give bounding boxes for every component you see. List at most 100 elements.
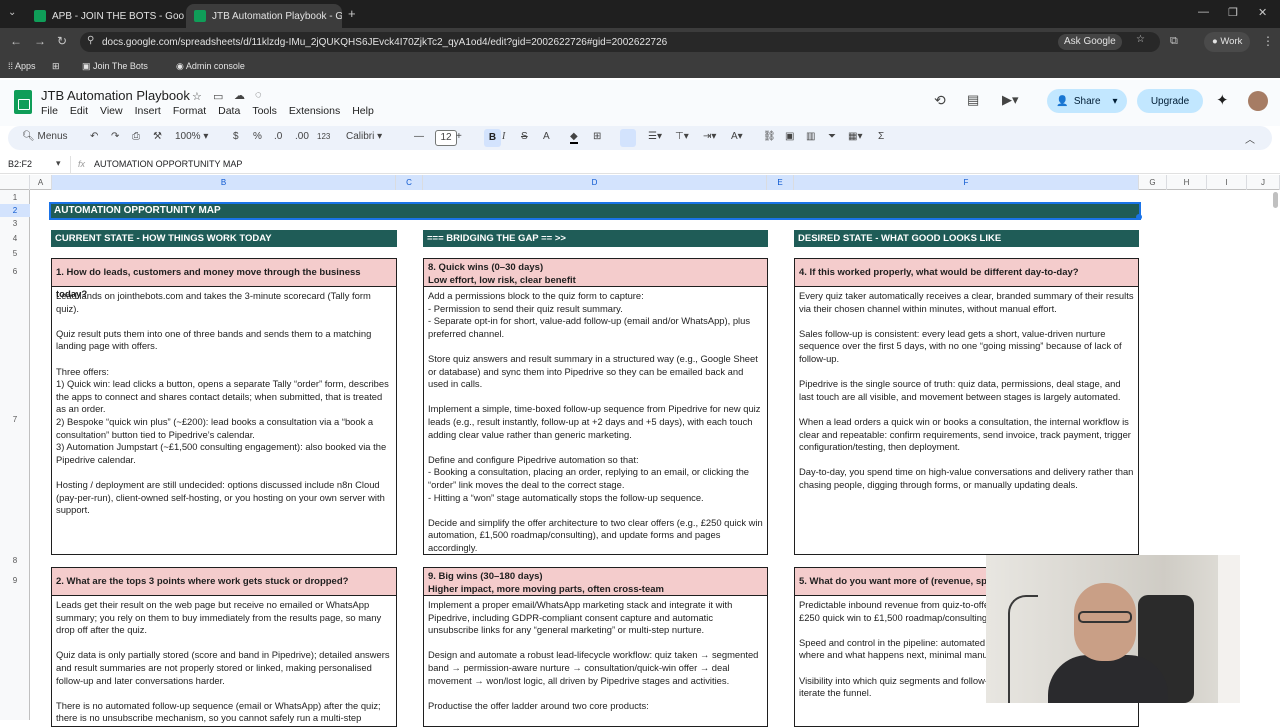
strikethrough-icon[interactable]: S — [521, 131, 528, 142]
row-header-3[interactable]: 3 — [0, 219, 30, 228]
merge-cells-icon[interactable] — [620, 129, 636, 147]
row-header-6[interactable]: 6 — [0, 267, 30, 276]
sheet-title-cell[interactable]: AUTOMATION OPPORTUNITY MAP — [49, 202, 1141, 220]
site-info-icon[interactable]: ⚲ — [87, 35, 94, 46]
chevron-down-icon[interactable]: ▾ — [1113, 96, 1118, 107]
minimize-icon[interactable]: — — [1198, 6, 1209, 18]
profile-button[interactable]: ● Work — [1204, 32, 1251, 52]
print-icon[interactable]: ⎙ — [132, 131, 140, 142]
currency-button[interactable]: $ — [233, 131, 239, 142]
column-header-a[interactable]: A — [30, 175, 52, 190]
avatar[interactable] — [1248, 91, 1268, 111]
tab-search-icon[interactable]: ⌄ — [8, 7, 16, 18]
star-icon[interactable]: ☆ — [192, 90, 202, 103]
font-size-decrease[interactable]: — — [414, 131, 424, 142]
back-icon[interactable]: ← — [10, 34, 22, 48]
text-rotation-icon[interactable]: A▾ — [731, 131, 743, 142]
column-header-e[interactable]: E — [767, 175, 794, 190]
menu-insert[interactable]: Insert — [135, 105, 161, 117]
bookmark-join-the-bots[interactable]: ▣ Join The Bots — [82, 61, 148, 72]
number-format-button[interactable]: 123 — [317, 132, 330, 141]
column-header-i[interactable]: I — [1207, 175, 1247, 190]
version-history-icon[interactable]: ⟲ — [934, 92, 946, 109]
insert-chart-icon[interactable]: ▥ — [806, 131, 815, 142]
font-size-increase[interactable]: + — [456, 131, 462, 142]
card-q8[interactable]: 8. Quick wins (0–30 days) Low effort, lo… — [423, 258, 768, 555]
menu-tools[interactable]: Tools — [252, 105, 277, 117]
tab-jtb-playbook[interactable]: JTB Automation Playbook - Go ✕ — [186, 4, 342, 28]
card-q9[interactable]: 9. Big wins (30–180 days) Higher impact,… — [423, 567, 768, 727]
browser-menu-icon[interactable]: ⋮ — [1262, 34, 1274, 48]
paint-format-icon[interactable]: ⚒ — [153, 131, 162, 142]
column-header-f[interactable]: F — [794, 175, 1139, 190]
vertical-align-icon[interactable]: ⊤▾ — [675, 131, 689, 142]
formula-input[interactable]: AUTOMATION OPPORTUNITY MAP — [94, 159, 242, 169]
share-button[interactable]: 👤 Share ▾ — [1047, 89, 1127, 113]
column-header-j[interactable]: J — [1247, 175, 1280, 190]
card-q2[interactable]: 2. What are the tops 3 points where work… — [51, 567, 397, 727]
meet-icon[interactable]: ▶▾ — [1002, 92, 1019, 108]
current-state-header[interactable]: CURRENT STATE - HOW THINGS WORK TODAY — [51, 230, 397, 247]
italic-button[interactable]: I — [502, 131, 505, 142]
bold-button[interactable]: B — [484, 129, 501, 147]
horizontal-align-icon[interactable]: ☰▾ — [648, 131, 662, 142]
name-box[interactable]: B2:F2 — [8, 159, 32, 169]
column-header-d[interactable]: D — [423, 175, 767, 190]
decrease-decimal-button[interactable]: .0 — [274, 131, 282, 142]
font-select[interactable]: Calibri ▾ — [346, 131, 382, 142]
row-header-2[interactable]: 2 — [0, 204, 30, 217]
font-size-field[interactable]: 12 — [435, 130, 457, 146]
filter-views-icon[interactable]: ▦▾ — [848, 131, 862, 142]
extensions-icon[interactable]: ⧉ — [1170, 35, 1178, 48]
column-header-h[interactable]: H — [1167, 175, 1207, 190]
text-color-icon[interactable]: A — [543, 131, 550, 142]
move-folder-icon[interactable]: ▭ — [213, 90, 223, 103]
increase-decimal-button[interactable]: .00 — [295, 131, 309, 142]
row-header-7[interactable]: 7 — [0, 415, 30, 424]
reload-icon[interactable]: ↻ — [57, 34, 67, 48]
tab-apb[interactable]: APB - JOIN THE BOTS - Googl ✕ — [26, 4, 184, 28]
borders-icon[interactable]: ⊞ — [593, 131, 601, 142]
url-field[interactable]: ⚲ docs.google.com/spreadsheets/d/11klzdg… — [80, 32, 1160, 52]
column-header-c[interactable]: C — [396, 175, 423, 190]
select-all-corner[interactable] — [0, 175, 30, 190]
collapse-toolbar-icon[interactable]: ︿ — [1245, 131, 1255, 146]
row-header-1[interactable]: 1 — [0, 193, 30, 202]
column-header-g[interactable]: G — [1139, 175, 1167, 190]
gemini-icon[interactable]: ✦ — [1216, 91, 1229, 109]
insert-comment-icon[interactable]: ▣ — [785, 131, 794, 142]
card-q1[interactable]: 1. How do leads, customers and money mov… — [51, 258, 397, 555]
selection-fill-handle[interactable] — [1136, 214, 1142, 220]
comments-icon[interactable]: ▤ — [967, 92, 979, 108]
document-title[interactable]: JTB Automation Playbook — [41, 88, 190, 103]
filter-icon[interactable]: ⏷ — [828, 131, 836, 142]
new-tab-icon[interactable]: + — [348, 6, 356, 21]
name-box-dropdown-icon[interactable]: ▾ — [56, 158, 61, 169]
ask-google-button[interactable]: Ask Google — [1058, 34, 1122, 50]
percent-button[interactable]: % — [253, 131, 262, 142]
menu-format[interactable]: Format — [173, 105, 206, 117]
menu-extensions[interactable]: Extensions — [289, 105, 340, 117]
menu-help[interactable]: Help — [352, 105, 374, 117]
upgrade-button[interactable]: Upgrade — [1137, 89, 1203, 113]
column-header-b[interactable]: B — [52, 175, 396, 190]
vertical-scrollbar[interactable] — [1273, 192, 1278, 208]
window-close-icon[interactable]: ✕ — [1258, 6, 1267, 19]
menu-data[interactable]: Data — [218, 105, 240, 117]
menu-view[interactable]: View — [100, 105, 123, 117]
grid-icon[interactable]: ⊞ — [52, 61, 60, 72]
sheets-logo-icon[interactable] — [14, 90, 32, 114]
card-q4[interactable]: 4. If this worked properly, what would b… — [794, 258, 1139, 555]
row-header-5[interactable]: 5 — [0, 249, 30, 258]
cloud-status-icon[interactable]: ☁ — [234, 89, 245, 102]
bookmark-admin-console[interactable]: ◉ Admin console — [176, 61, 245, 72]
undo-icon[interactable]: ↶ — [90, 131, 98, 142]
bookmark-star-icon[interactable]: ☆ — [1136, 34, 1145, 45]
zoom-select[interactable]: 100% ▾ — [175, 131, 208, 142]
bookmark-apps[interactable]: ⁞⁞ Apps — [8, 61, 36, 71]
search-menus[interactable]: 🔍︎ Menus — [22, 131, 68, 142]
restore-icon[interactable]: ❐ — [1228, 6, 1238, 19]
insert-link-icon[interactable]: ⛓ — [763, 131, 776, 142]
text-wrap-icon[interactable]: ⇥▾ — [703, 131, 716, 142]
row-header-8[interactable]: 8 — [0, 556, 30, 565]
